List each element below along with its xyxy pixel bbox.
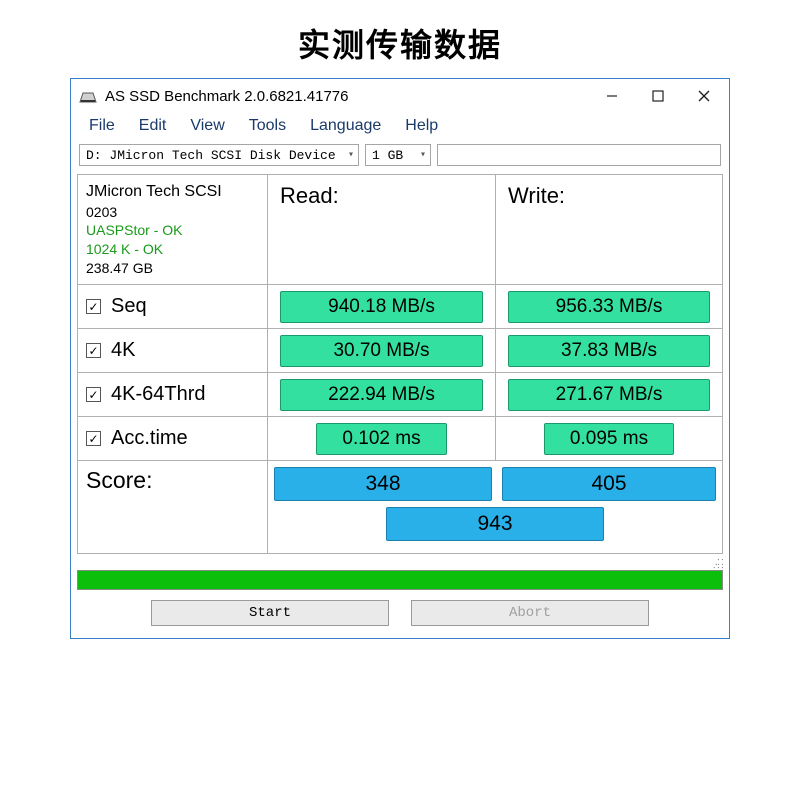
- chevron-down-icon: ▾: [342, 149, 354, 161]
- progress-fill: [78, 571, 722, 589]
- menu-help[interactable]: Help: [395, 116, 448, 136]
- blank-field[interactable]: [437, 144, 721, 166]
- k464-read-value: 222.94 MB/s: [280, 379, 483, 411]
- results-table: JMicron Tech SCSI 0203 UASPStor - OK 102…: [77, 174, 723, 554]
- abort-button: Abort: [411, 600, 649, 626]
- button-row: Start Abort: [71, 596, 729, 638]
- score-read: 348: [274, 467, 492, 501]
- score-write: 405: [502, 467, 716, 501]
- checkbox-acc[interactable]: ✓: [86, 431, 101, 446]
- maximize-button[interactable]: [635, 81, 681, 111]
- row-acc: ✓ Acc.time 0.102 ms 0.095 ms: [78, 417, 722, 461]
- device-code: 0203: [86, 203, 117, 222]
- window-controls: [589, 81, 727, 111]
- menu-language[interactable]: Language: [300, 116, 391, 136]
- page-heading: 实测传输数据: [0, 0, 800, 78]
- label-4k: 4K: [111, 339, 135, 362]
- score-total: 943: [386, 507, 604, 541]
- start-button[interactable]: Start: [151, 600, 389, 626]
- k464-write-value: 271.67 MB/s: [508, 379, 710, 411]
- chevron-down-icon: ▾: [414, 149, 426, 161]
- checkbox-seq[interactable]: ✓: [86, 299, 101, 314]
- device-select[interactable]: D: JMicron Tech SCSI Disk Device ▾: [79, 144, 359, 166]
- device-info-cell: JMicron Tech SCSI 0203 UASPStor - OK 102…: [78, 175, 268, 284]
- header-row: JMicron Tech SCSI 0203 UASPStor - OK 102…: [78, 175, 722, 285]
- checkbox-4k64[interactable]: ✓: [86, 387, 101, 402]
- app-window: AS SSD Benchmark 2.0.6821.41776 File Edi…: [70, 78, 730, 639]
- row-4k64: ✓ 4K-64Thrd 222.94 MB/s 271.67 MB/s: [78, 373, 722, 417]
- menu-edit[interactable]: Edit: [129, 116, 177, 136]
- close-button[interactable]: [681, 81, 727, 111]
- titlebar[interactable]: AS SSD Benchmark 2.0.6821.41776: [71, 79, 729, 113]
- checkbox-4k[interactable]: ✓: [86, 343, 101, 358]
- menu-view[interactable]: View: [180, 116, 234, 136]
- size-select-value: 1 GB: [372, 148, 403, 163]
- score-label: Score:: [78, 461, 268, 553]
- write-header: Write:: [496, 175, 722, 284]
- app-icon: [79, 89, 97, 103]
- score-area: 348 405 943: [268, 461, 722, 553]
- acc-write-value: 0.095 ms: [544, 423, 674, 455]
- label-acc: Acc.time: [111, 427, 188, 450]
- device-name: JMicron Tech SCSI: [86, 181, 222, 203]
- resize-grip-icon[interactable]: .: :.:.:.:: [71, 558, 729, 568]
- window-title: AS SSD Benchmark 2.0.6821.41776: [105, 88, 589, 105]
- toolbar: D: JMicron Tech SCSI Disk Device ▾ 1 GB …: [71, 142, 729, 172]
- menu-file[interactable]: File: [79, 116, 125, 136]
- menu-tools[interactable]: Tools: [239, 116, 296, 136]
- row-score: Score: 348 405 943: [78, 461, 722, 553]
- acc-read-value: 0.102 ms: [316, 423, 447, 455]
- read-header: Read:: [268, 175, 496, 284]
- progress-bar: [77, 570, 723, 590]
- driver-status: UASPStor - OK: [86, 221, 182, 240]
- row-seq: ✓ Seq 940.18 MB/s 956.33 MB/s: [78, 285, 722, 329]
- label-4k64: 4K-64Thrd: [111, 383, 206, 406]
- k4-write-value: 37.83 MB/s: [508, 335, 710, 367]
- size-select[interactable]: 1 GB ▾: [365, 144, 431, 166]
- minimize-button[interactable]: [589, 81, 635, 111]
- seq-write-value: 956.33 MB/s: [508, 291, 710, 323]
- menubar: File Edit View Tools Language Help: [71, 113, 729, 142]
- align-status: 1024 K - OK: [86, 240, 163, 259]
- seq-read-value: 940.18 MB/s: [280, 291, 483, 323]
- row-4k: ✓ 4K 30.70 MB/s 37.83 MB/s: [78, 329, 722, 373]
- k4-read-value: 30.70 MB/s: [280, 335, 483, 367]
- device-capacity: 238.47 GB: [86, 259, 153, 278]
- label-seq: Seq: [111, 295, 147, 318]
- device-select-value: D: JMicron Tech SCSI Disk Device: [86, 148, 336, 163]
